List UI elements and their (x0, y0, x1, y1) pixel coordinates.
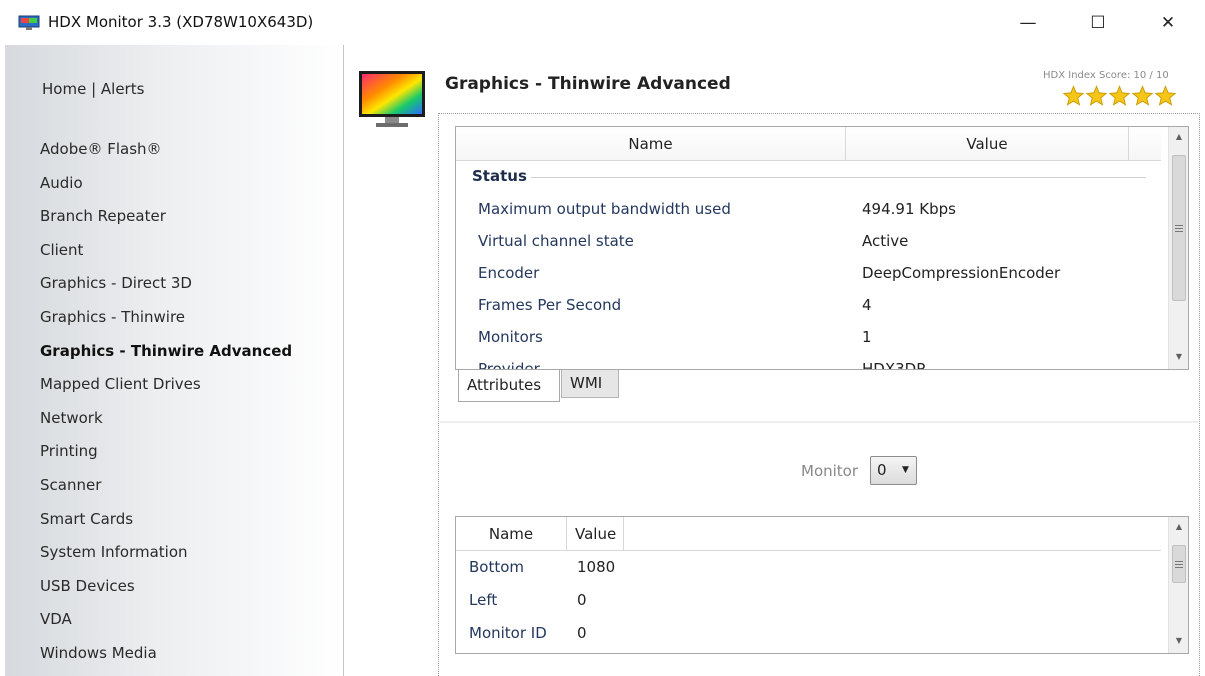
scroll-down-arrow-icon[interactable]: ▼ (1169, 347, 1188, 367)
scroll-down-arrow-icon[interactable]: ▼ (1169, 631, 1188, 651)
sidebar-item-system-information[interactable]: System Information (40, 536, 292, 570)
column-header-value[interactable]: Value (567, 517, 624, 551)
hdx-score-stars (1062, 85, 1177, 107)
row-value: DeepCompressionEncoder (862, 264, 1061, 282)
column-header-value[interactable]: Value (846, 127, 1129, 161)
table-row[interactable]: Maximum output bandwidth used 494.91 Kbp… (456, 193, 1161, 225)
title-bar: HDX Monitor 3.3 (XD78W10X643D) — ☐ ✕ (0, 0, 1205, 45)
row-value: 0 (577, 591, 587, 609)
chevron-down-icon: ▼ (902, 465, 909, 475)
row-value: 494.91 Kbps (862, 200, 956, 218)
minimize-button[interactable]: — (1005, 6, 1051, 40)
close-button[interactable]: ✕ (1145, 6, 1191, 40)
row-value: 0 (577, 624, 587, 642)
sidebar-item-scanner[interactable]: Scanner (40, 469, 292, 503)
hdx-score-label: HDX Index Score: 10 / 10 (1043, 70, 1169, 81)
table-row[interactable]: Left 0 (456, 584, 1161, 617)
monitor-dropdown-value: 0 (877, 461, 887, 479)
row-value: 1 (862, 328, 872, 346)
sidebar-item-audio[interactable]: Audio (40, 167, 292, 201)
row-name: Virtual channel state (478, 232, 634, 250)
row-name: Monitor ID (469, 624, 547, 642)
sidebar-item-graphics-thinwire-advanced[interactable]: Graphics - Thinwire Advanced (40, 335, 292, 369)
sidebar-item-mapped-client-drives[interactable]: Mapped Client Drives (40, 368, 292, 402)
sidebar-item-adobe-flash[interactable]: Adobe® Flash® (40, 133, 292, 167)
column-header-name[interactable]: Name (456, 127, 846, 161)
table-row[interactable]: Provider HDX3DP (456, 353, 1161, 370)
tab-attributes[interactable]: Attributes (458, 370, 560, 402)
monitor-grid-header: Name Value (456, 517, 1161, 551)
sidebar-item-network[interactable]: Network (40, 402, 292, 436)
row-name: Encoder (478, 264, 540, 282)
table-row[interactable]: Virtual channel state Active (456, 225, 1161, 257)
row-name: Maximum output bandwidth used (478, 200, 731, 218)
table-row[interactable]: Monitors 1 (456, 321, 1161, 353)
table-row[interactable]: Frames Per Second 4 (456, 289, 1161, 321)
row-name: Bottom (469, 558, 525, 576)
section-divider (440, 421, 1198, 423)
page-title: Graphics - Thinwire Advanced (445, 74, 731, 94)
tab-wmi[interactable]: WMI (561, 370, 619, 398)
star-icon (1062, 85, 1085, 106)
sidebar-item-usb-devices[interactable]: USB Devices (40, 570, 292, 604)
window-title: HDX Monitor 3.3 (XD78W10X643D) (48, 13, 314, 31)
scroll-up-arrow-icon[interactable]: ▲ (1169, 517, 1188, 537)
table-row[interactable]: Encoder DeepCompressionEncoder (456, 257, 1161, 289)
row-name: Left (469, 591, 498, 609)
group-divider (531, 177, 1146, 178)
sidebar-item-printing[interactable]: Printing (40, 435, 292, 469)
scroll-thumb[interactable] (1172, 545, 1186, 583)
row-value: HDX3DP (862, 360, 926, 370)
sidebar-item-vda[interactable]: VDA (40, 603, 292, 637)
row-value: 1080 (577, 558, 616, 576)
display-monitor-icon (359, 71, 425, 127)
row-value: 4 (862, 296, 872, 314)
sidebar-item-smart-cards[interactable]: Smart Cards (40, 503, 292, 537)
star-icon (1131, 85, 1154, 106)
column-header-name[interactable]: Name (456, 517, 567, 551)
app-monitor-icon (18, 15, 40, 30)
table-row[interactable]: Monitor ID 0 (456, 617, 1161, 650)
monitor-grid-scrollbar[interactable]: ▲ ▼ (1168, 517, 1188, 653)
monitor-dropdown[interactable]: 0 ▼ (870, 456, 917, 485)
sidebar-item-branch-repeater[interactable]: Branch Repeater (40, 200, 292, 234)
sidebar-item-windows-media[interactable]: Windows Media (40, 637, 292, 671)
table-row[interactable]: Bottom 1080 (456, 551, 1161, 584)
scroll-thumb[interactable] (1172, 155, 1186, 301)
sidebar: Home | Alerts Adobe® Flash® Audio Branch… (5, 45, 344, 676)
star-icon (1154, 85, 1177, 106)
row-value: Active (862, 232, 909, 250)
sidebar-item-client[interactable]: Client (40, 234, 292, 268)
attributes-grid-header: Name Value (456, 127, 1161, 161)
row-name: Monitors (478, 328, 543, 346)
home-alerts-link[interactable]: Home | Alerts (42, 80, 144, 98)
sidebar-item-graphics-thinwire[interactable]: Graphics - Thinwire (40, 301, 292, 335)
attributes-scrollbar[interactable]: ▲ ▼ (1168, 127, 1188, 369)
scroll-up-arrow-icon[interactable]: ▲ (1169, 127, 1188, 147)
group-header-status: Status (472, 167, 527, 185)
sidebar-item-graphics-direct-3d[interactable]: Graphics - Direct 3D (40, 267, 292, 301)
monitor-grid[interactable]: Name Value Bottom 1080 Left 0 Monitor ID… (455, 516, 1189, 654)
row-name: Provider (478, 360, 540, 370)
maximize-button[interactable]: ☐ (1075, 6, 1121, 40)
sidebar-nav: Adobe® Flash® Audio Branch Repeater Clie… (40, 133, 292, 671)
monitor-label: Monitor (801, 462, 859, 480)
star-icon (1108, 85, 1131, 106)
attributes-grid[interactable]: Name Value Status Maximum output bandwid… (455, 126, 1189, 370)
star-icon (1085, 85, 1108, 106)
row-name: Frames Per Second (478, 296, 622, 314)
